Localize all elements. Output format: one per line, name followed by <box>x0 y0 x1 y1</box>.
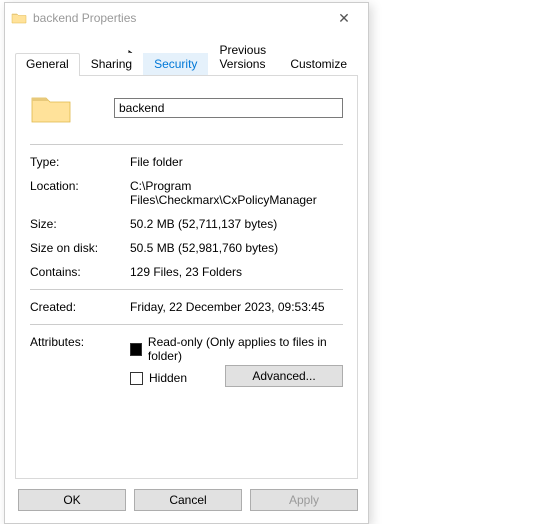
row-size: Size: 50.2 MB (52,711,137 bytes) <box>30 217 343 231</box>
separator <box>30 324 343 325</box>
separator <box>30 289 343 290</box>
row-contains: Contains: 129 Files, 23 Folders <box>30 265 343 279</box>
value-type: File folder <box>130 155 343 169</box>
row-attributes: Attributes: Read-only (Only applies to f… <box>30 335 343 387</box>
titlebar: backend Properties ✕ <box>5 3 368 33</box>
label-created: Created: <box>30 300 130 314</box>
value-size-on-disk: 50.5 MB (52,981,760 bytes) <box>130 241 343 255</box>
tab-strip: General Sharing Security Previous Versio… <box>5 39 368 75</box>
label-contains: Contains: <box>30 265 130 279</box>
row-type: Type: File folder <box>30 155 343 169</box>
label-size: Size: <box>30 217 130 231</box>
tab-customize[interactable]: Customize <box>279 53 358 75</box>
close-button[interactable]: ✕ <box>324 10 364 27</box>
apply-button[interactable]: Apply <box>250 489 358 511</box>
separator <box>30 144 343 145</box>
label-attributes: Attributes: <box>30 335 130 387</box>
value-size: 50.2 MB (52,711,137 bytes) <box>130 217 343 231</box>
folder-name-input[interactable] <box>114 98 343 118</box>
label-readonly: Read-only (Only applies to files in fold… <box>148 335 343 363</box>
value-contains: 129 Files, 23 Folders <box>130 265 343 279</box>
ok-button[interactable]: OK <box>18 489 126 511</box>
row-created: Created: Friday, 22 December 2023, 09:53… <box>30 300 343 314</box>
row-size-on-disk: Size on disk: 50.5 MB (52,981,760 bytes) <box>30 241 343 255</box>
window-title: backend Properties <box>33 11 324 25</box>
folder-icon <box>11 10 27 26</box>
dialog-footer: OK Cancel Apply <box>5 479 368 523</box>
row-location: Location: C:\Program Files\Checkmarx\CxP… <box>30 179 343 207</box>
name-row <box>30 90 343 126</box>
properties-dialog: backend Properties ✕ General Sharing Sec… <box>4 2 369 524</box>
value-location: C:\Program Files\Checkmarx\CxPolicyManag… <box>130 179 343 207</box>
tab-previous-versions[interactable]: Previous Versions <box>208 39 279 75</box>
folder-icon-large <box>30 90 72 126</box>
checkbox-readonly[interactable] <box>130 343 142 356</box>
tab-sharing[interactable]: Sharing <box>80 53 143 75</box>
value-created: Friday, 22 December 2023, 09:53:45 <box>130 300 343 314</box>
tab-general[interactable]: General <box>15 53 80 76</box>
advanced-button[interactable]: Advanced... <box>225 365 343 387</box>
label-type: Type: <box>30 155 130 169</box>
label-hidden: Hidden <box>149 371 187 385</box>
checkbox-hidden[interactable] <box>130 372 143 385</box>
checkbox-readonly-row: Read-only (Only applies to files in fold… <box>130 335 343 363</box>
label-size-on-disk: Size on disk: <box>30 241 130 255</box>
label-location: Location: <box>30 179 130 207</box>
tab-content: Type: File folder Location: C:\Program F… <box>15 75 358 479</box>
cancel-button[interactable]: Cancel <box>134 489 242 511</box>
tab-security[interactable]: Security <box>143 53 208 75</box>
